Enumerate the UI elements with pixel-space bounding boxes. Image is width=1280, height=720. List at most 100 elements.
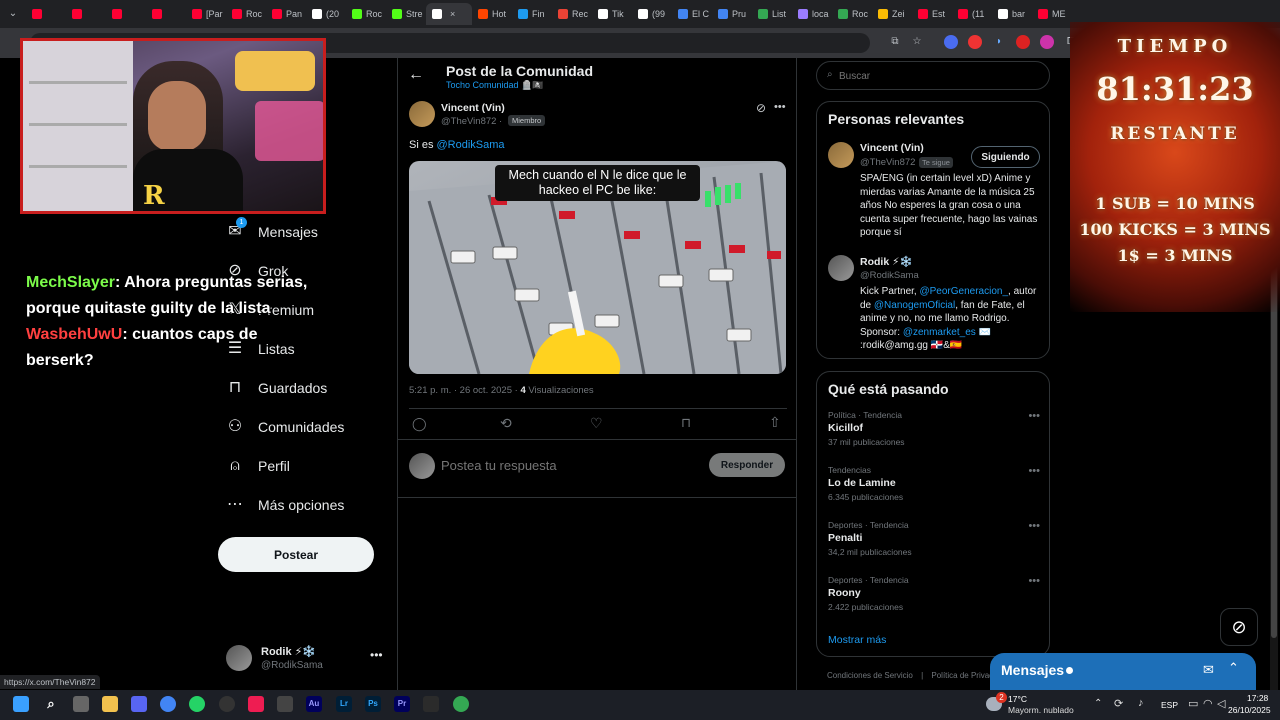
browser-tab[interactable]: (99	[632, 3, 672, 25]
browser-tab[interactable]: ME	[1032, 3, 1072, 25]
app-icon[interactable]	[277, 696, 293, 712]
task-view-icon[interactable]	[73, 696, 89, 712]
browser-tab[interactable]: bar	[992, 3, 1032, 25]
file-explorer-icon[interactable]	[102, 696, 118, 712]
browser-tab[interactable]	[66, 3, 106, 25]
trend-item[interactable]: Política · Tendencia Kicillof 37 mil publi…	[828, 410, 1040, 458]
bio-mention[interactable]: @PeorGeneracion_	[919, 286, 1008, 297]
search-input[interactable]	[839, 67, 1039, 85]
whatsapp-icon[interactable]	[189, 696, 205, 712]
trend-item[interactable]: Deportes · Tendencia Roony 2.422 publicaci…	[828, 575, 1040, 623]
browser-tab[interactable]: (11	[952, 3, 992, 25]
browser-tab[interactable]: El C	[672, 3, 712, 25]
search-icon[interactable]: ⌕	[43, 696, 59, 712]
more-icon[interactable]: •••	[1028, 575, 1040, 587]
nav-item[interactable]: ⍝ Perfil	[226, 454, 290, 478]
browser-tab[interactable]: Tik	[592, 3, 632, 25]
bookmark-icon[interactable]: ⊓	[681, 415, 691, 431]
clock-date[interactable]: 26/10/2025	[1228, 705, 1271, 715]
browser-tab[interactable]: Hot	[472, 3, 512, 25]
repost-icon[interactable]: ⟲	[500, 415, 512, 432]
browser-tab[interactable]: Roc	[832, 3, 872, 25]
premiere-icon[interactable]: Pr	[394, 696, 410, 712]
messages-drawer[interactable]: Mensajes ✉ ⌃	[990, 653, 1256, 690]
browser-tab[interactable]: Roc	[226, 3, 266, 25]
grok-float-button[interactable]: ⊘	[1220, 608, 1258, 646]
browser-tab[interactable]: Fin	[512, 3, 552, 25]
weather-widget[interactable]: 2 17°C Mayorm. nublado	[986, 692, 1086, 718]
grok-icon[interactable]: ⊘	[756, 101, 766, 115]
tab-close-icon[interactable]: ×	[450, 9, 455, 19]
browser-tab[interactable]: List	[752, 3, 792, 25]
show-more-link[interactable]: Mostrar más	[828, 634, 886, 646]
author-avatar[interactable]	[409, 101, 435, 127]
avatar[interactable]	[828, 255, 854, 281]
tab-search-button[interactable]: ⌄	[0, 3, 26, 25]
tray-chevron-icon[interactable]: ⌃	[1094, 698, 1102, 709]
person-handle[interactable]: @TheVin872	[860, 157, 915, 168]
like-icon[interactable]: ♡	[590, 415, 603, 432]
tiktok-icon[interactable]	[248, 696, 264, 712]
discord-icon[interactable]	[131, 696, 147, 712]
following-button[interactable]: Siguiendo	[971, 146, 1040, 168]
expand-icon[interactable]: ⌃	[1228, 660, 1239, 676]
chrome-icon[interactable]	[160, 696, 176, 712]
extension-icon[interactable]: ◗	[992, 35, 1006, 49]
browser-tab[interactable]: Rec	[552, 3, 592, 25]
browser-tab[interactable]: Pru	[712, 3, 752, 25]
microphone-icon[interactable]: ♪	[1138, 697, 1144, 709]
post-media[interactable]: Mech cuando el N le dice que le hackeo e…	[409, 161, 786, 374]
avatar[interactable]	[828, 142, 854, 168]
browser-tab[interactable]: Stre	[386, 3, 426, 25]
new-message-icon[interactable]: ✉	[1203, 662, 1214, 678]
audition-icon[interactable]: Au	[306, 696, 322, 712]
nav-item[interactable]: ⋯ Más opciones	[226, 493, 344, 517]
photoshop-icon[interactable]: Ps	[365, 696, 381, 712]
chrome-icon[interactable]	[453, 696, 469, 712]
browser-tab[interactable]: Pan	[266, 3, 306, 25]
author-name[interactable]: Vincent (Vin)	[441, 102, 505, 114]
reply-button[interactable]: Responder	[709, 453, 785, 477]
language-indicator[interactable]: ESP	[1161, 700, 1178, 710]
extension-icon[interactable]	[1040, 35, 1054, 49]
post-button[interactable]: Postear	[218, 537, 374, 572]
more-icon[interactable]: •••	[370, 648, 383, 662]
share-icon[interactable]: ⇧	[769, 414, 781, 431]
nav-item[interactable]: ⊓ Guardados	[226, 376, 328, 400]
community-link[interactable]: Tocho Comunidad 🪦🏴‍☠️	[446, 80, 543, 91]
nav-item[interactable]: ⚇ Comunidades	[226, 415, 345, 439]
browser-tab[interactable]	[106, 3, 146, 25]
more-icon[interactable]: •••	[1028, 410, 1040, 422]
volume-icon[interactable]: ◁	[1217, 697, 1225, 710]
obs-icon[interactable]	[219, 696, 235, 712]
extension-icon[interactable]	[944, 35, 958, 49]
more-icon[interactable]: •••	[1028, 465, 1040, 477]
more-icon[interactable]: •••	[1028, 520, 1040, 532]
reply-icon[interactable]: ◯	[412, 416, 427, 432]
more-icon[interactable]: •••	[774, 101, 786, 113]
tray-icon[interactable]: ⟳	[1114, 697, 1123, 710]
bio-mention[interactable]: @zenmarket_es	[903, 327, 976, 338]
nav-item[interactable]: ✉ 1 Mensajes	[226, 217, 318, 244]
browser-tab[interactable]: Est	[912, 3, 952, 25]
wifi-icon[interactable]: ◠	[1203, 697, 1213, 710]
browser-tab[interactable]: loca	[792, 3, 832, 25]
browser-tab[interactable]: [Par	[186, 3, 226, 25]
reply-input[interactable]	[441, 454, 681, 476]
browser-tab[interactable]: ×	[426, 3, 472, 25]
windows-start-icon[interactable]	[13, 696, 29, 712]
person-handle[interactable]: @RodikSama	[860, 270, 919, 281]
display-icon[interactable]: ▭	[1188, 697, 1198, 710]
browser-tab[interactable]	[26, 3, 66, 25]
person-name[interactable]: Rodik ⚡❄️	[860, 255, 913, 268]
back-arrow-icon[interactable]: ←	[408, 66, 424, 84]
browser-tab[interactable]: (20	[306, 3, 346, 25]
browser-tab[interactable]: Zei	[872, 3, 912, 25]
person-name[interactable]: Vincent (Vin)	[860, 142, 924, 154]
terms-link[interactable]: Condiciones de Servicio	[827, 671, 913, 680]
terminal-icon[interactable]	[423, 696, 439, 712]
browser-tab[interactable]: Roc	[346, 3, 386, 25]
lightroom-icon[interactable]: Lr	[336, 696, 352, 712]
extension-icon[interactable]	[968, 35, 982, 49]
author-handle[interactable]: @TheVin872 ·	[441, 116, 502, 127]
